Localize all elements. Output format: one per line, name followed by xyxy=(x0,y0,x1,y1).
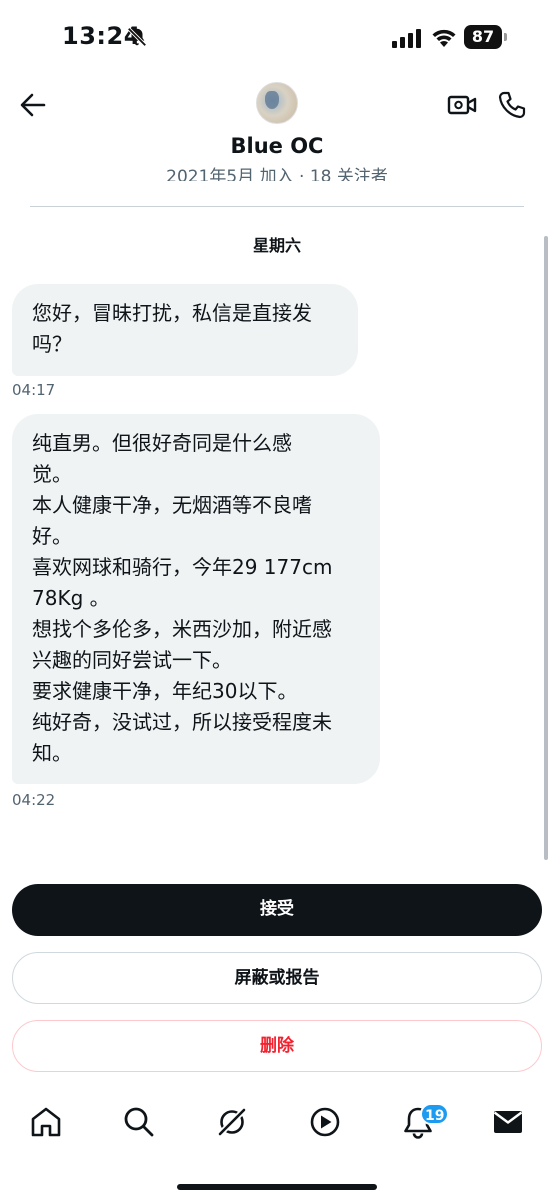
message-line: 78Kg 。 xyxy=(32,586,110,610)
notification-badge: 19 xyxy=(420,1103,450,1125)
message-line: 兴趣的同好尝试一下。 xyxy=(32,648,232,672)
message-line: 觉。 xyxy=(32,462,72,486)
wifi-icon xyxy=(432,29,456,47)
battery-level: 87 xyxy=(464,25,502,49)
battery-cap xyxy=(504,33,507,41)
message-line: 您好，冒昧打扰，私信是直接发 xyxy=(32,301,312,325)
contact-name[interactable]: Blue OC xyxy=(0,134,554,158)
message-line: 知。 xyxy=(32,741,72,765)
message-line: 纯好奇，没试过，所以接受程度未 xyxy=(32,710,332,734)
message-line: 好。 xyxy=(32,524,72,548)
status-bar: 13:24 87 xyxy=(0,0,554,76)
message-timestamp: 04:22 xyxy=(12,791,56,809)
grok-icon[interactable] xyxy=(214,1104,250,1140)
contact-meta: 2021年5月 加入 · 18 关注者 xyxy=(166,167,388,181)
home-indicator[interactable] xyxy=(177,1184,377,1190)
message-line: 要求健康干净，年纪30以下。 xyxy=(32,679,298,703)
message-line: 想找个多伦多，米西沙加，附近感 xyxy=(32,617,332,641)
header-divider xyxy=(30,206,524,207)
delete-button[interactable]: 删除 xyxy=(12,1020,542,1072)
accept-button[interactable]: 接受 xyxy=(12,884,542,936)
message-timestamp: 04:17 xyxy=(12,381,56,399)
search-icon[interactable] xyxy=(121,1104,157,1140)
cellular-signal-icon xyxy=(392,29,421,48)
message-line: 本人健康干净，无烟酒等不良嗜 xyxy=(32,493,312,517)
home-icon[interactable] xyxy=(28,1104,64,1140)
video-play-icon[interactable] xyxy=(307,1104,343,1140)
message-bubble[interactable]: 您好，冒昧打扰，私信是直接发 吗？ xyxy=(12,284,358,376)
battery-icon: 87 xyxy=(464,25,508,49)
day-label: 星期六 xyxy=(252,236,301,255)
phone-call-icon[interactable] xyxy=(497,90,527,120)
messages-icon[interactable] xyxy=(490,1104,526,1140)
message-line: 吗？ xyxy=(32,332,72,356)
scrollbar[interactable] xyxy=(544,236,548,860)
back-arrow-icon[interactable] xyxy=(18,90,48,120)
message-bubble[interactable]: 纯直男。但很好奇同是什么感 觉。 本人健康干净，无烟酒等不良嗜 好。 喜欢网球和… xyxy=(12,414,380,784)
video-call-icon[interactable] xyxy=(447,92,477,118)
avatar[interactable] xyxy=(256,82,298,124)
message-line: 喜欢网球和骑行，今年29 177cm xyxy=(32,555,333,579)
message-line: 纯直男。但很好奇同是什么感 xyxy=(32,431,292,455)
avatar-figure xyxy=(265,91,279,109)
block-or-report-button[interactable]: 屏蔽或报告 xyxy=(12,952,542,1004)
bell-off-icon xyxy=(127,27,147,47)
